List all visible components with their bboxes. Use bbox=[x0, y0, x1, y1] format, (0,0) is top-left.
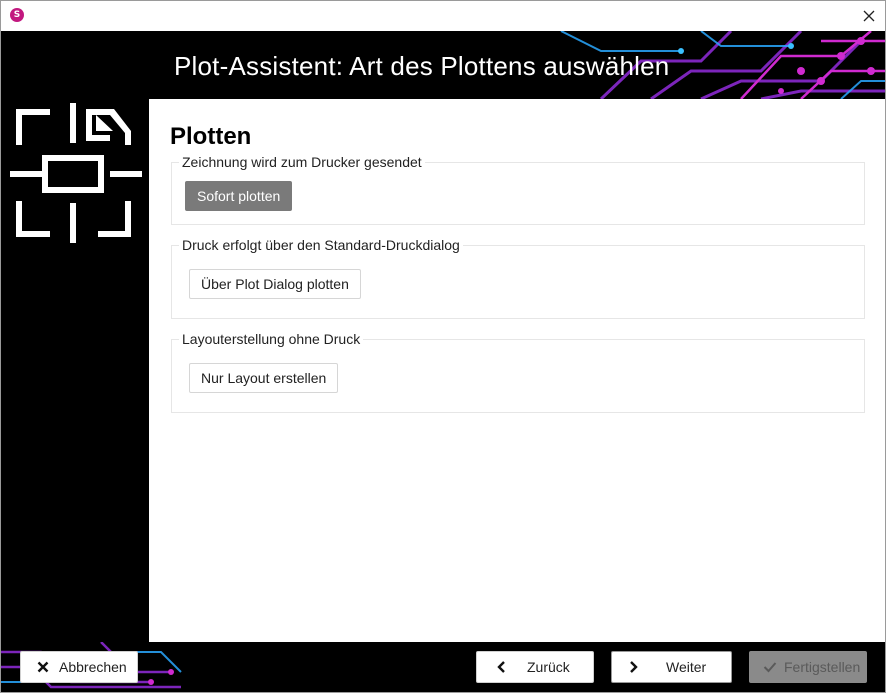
title-bar: S bbox=[1, 1, 885, 31]
wizard-footer: Abbrechen Zurück Weiter Fertigstellen bbox=[1, 642, 885, 692]
group-legend: Layouterstellung ohne Druck bbox=[179, 331, 364, 347]
plot-area-icon bbox=[10, 103, 142, 243]
back-button[interactable]: Zurück bbox=[476, 651, 594, 683]
wizard-title: Plot-Assistent: Art des Plottens auswähl… bbox=[174, 51, 670, 81]
close-icon bbox=[863, 10, 875, 22]
immediate-plot-button[interactable]: Sofort plotten bbox=[185, 181, 293, 211]
next-button[interactable]: Weiter bbox=[611, 651, 732, 683]
plot-dialog-button[interactable]: Über Plot Dialog plotten bbox=[189, 269, 361, 299]
x-icon bbox=[35, 659, 51, 675]
wizard-window: S Plot-Assistent: Art des Plottens auswä… bbox=[0, 0, 886, 693]
group-immediate-plot: Zeichnung wird zum Drucker gesendet Sofo… bbox=[171, 154, 865, 225]
app-icon: S bbox=[10, 8, 24, 22]
section-title: Plotten bbox=[170, 123, 252, 150]
finish-button[interactable]: Fertigstellen bbox=[749, 651, 867, 683]
group-legend: Druck erfolgt über den Standard-Druckdia… bbox=[179, 237, 463, 253]
sidebar bbox=[1, 99, 149, 642]
wizard-header: Plot-Assistent: Art des Plottens auswähl… bbox=[1, 31, 885, 99]
cancel-label: Abbrechen bbox=[59, 659, 127, 675]
group-layout-only: Layouterstellung ohne Druck Nur Layout e… bbox=[171, 331, 865, 413]
layout-only-button[interactable]: Nur Layout erstellen bbox=[189, 363, 339, 393]
back-label: Zurück bbox=[527, 659, 570, 675]
checkmark-icon bbox=[762, 659, 778, 675]
chevron-left-icon bbox=[493, 659, 509, 675]
main-content: Plotten Zeichnung wird zum Drucker gesen… bbox=[149, 99, 885, 642]
chevron-right-icon bbox=[626, 659, 642, 675]
next-label: Weiter bbox=[666, 659, 707, 675]
group-legend: Zeichnung wird zum Drucker gesendet bbox=[179, 154, 425, 170]
group-plot-dialog: Druck erfolgt über den Standard-Druckdia… bbox=[171, 237, 865, 319]
finish-label: Fertigstellen bbox=[784, 659, 861, 675]
close-button[interactable] bbox=[853, 1, 885, 31]
cancel-button[interactable]: Abbrechen bbox=[20, 651, 138, 683]
